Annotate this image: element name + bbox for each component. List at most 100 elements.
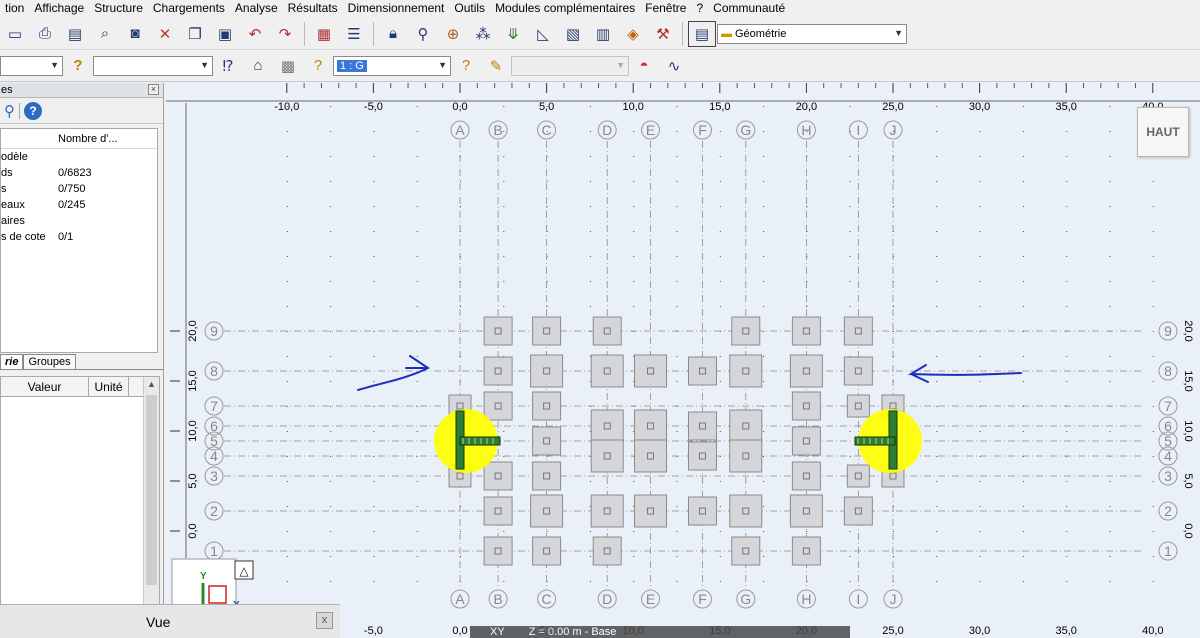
menu-item-edition[interactable]: tion xyxy=(0,1,29,16)
copy-icon[interactable]: ❐ xyxy=(181,21,209,47)
target-icon[interactable]: ⊕ xyxy=(439,21,467,47)
snap-dot xyxy=(589,306,591,307)
menu-item-help[interactable]: ? xyxy=(691,1,708,16)
case-edit-icon[interactable]: ✎ xyxy=(482,53,510,79)
calculator-icon[interactable]: ▦ xyxy=(310,21,338,47)
tree-row[interactable]: ds 0/6823 xyxy=(1,165,157,181)
table-icon[interactable]: ☰ xyxy=(340,21,368,47)
tree-row[interactable]: odèle xyxy=(1,149,157,165)
plan-view[interactable]: -10,0-5,00,05,010,015,020,025,030,035,04… xyxy=(166,83,1200,638)
column-header-unit[interactable]: Unité xyxy=(89,377,129,396)
grid-bubble-column-label: G xyxy=(740,122,751,138)
snap-dot xyxy=(849,281,851,282)
selection-combo[interactable]: ▼ xyxy=(0,55,63,76)
tab-groupes[interactable]: Groupes xyxy=(23,354,76,369)
delete-icon[interactable]: ✕ xyxy=(151,21,179,47)
deformation-icon[interactable]: ∿ xyxy=(660,53,688,79)
properties-grid: Valeur Unité ▲ xyxy=(0,376,160,607)
footing xyxy=(791,391,821,421)
drawing-canvas[interactable]: -10,0-5,00,05,010,015,020,025,030,035,04… xyxy=(166,83,1200,638)
snap-dot xyxy=(1109,506,1111,507)
display-icon[interactable]: ⌂ xyxy=(244,53,272,79)
redo-icon[interactable]: ↷ xyxy=(271,21,299,47)
tree-row-value: 0/245 xyxy=(58,199,86,211)
tab-geometrie[interactable]: rie xyxy=(0,354,24,369)
dimension-icon[interactable]: ◺ xyxy=(529,21,557,47)
grid-bubble-column-label: I xyxy=(856,591,860,607)
case-add-icon[interactable]: ? xyxy=(452,53,480,79)
x-tick-label: 5,0 xyxy=(539,101,554,113)
tree-row[interactable]: s 0/750 xyxy=(1,181,157,197)
snap-dot xyxy=(849,306,851,307)
help-icon[interactable]: ? xyxy=(24,101,42,120)
snap-dot xyxy=(763,531,765,532)
menu-item-fenetre[interactable]: Fenêtre xyxy=(640,1,691,16)
menu-item-communaute[interactable]: Communauté xyxy=(708,1,790,16)
lock-icon[interactable]: 🔒︎ xyxy=(379,21,407,47)
pick-help-icon[interactable]: ⁉ xyxy=(214,53,242,79)
scrollbar-thumb[interactable] xyxy=(146,395,157,585)
tree-row[interactable]: aires xyxy=(1,213,157,229)
paste-icon[interactable]: ▣ xyxy=(211,21,239,47)
snap-dot xyxy=(1022,256,1024,257)
menu-item-chargements[interactable]: Chargements xyxy=(148,1,230,16)
menu-item-resultats[interactable]: Résultats xyxy=(283,1,343,16)
tools-icon[interactable]: ⚒ xyxy=(649,21,677,47)
menu-item-dimensionnement[interactable]: Dimensionnement xyxy=(343,1,450,16)
screenshot-icon[interactable]: ◙ xyxy=(121,21,149,47)
snap-dot xyxy=(460,181,461,182)
menu-item-structure[interactable]: Structure xyxy=(89,1,148,16)
grid-bubble-row-label: 3 xyxy=(210,468,218,484)
chevron-up-icon[interactable]: ▲ xyxy=(147,379,156,389)
column-header-value[interactable]: Valeur xyxy=(1,377,89,396)
print-icon[interactable]: ⎙ xyxy=(31,21,59,47)
library-icon[interactable]: ▤ xyxy=(61,21,89,47)
combination-select[interactable]: ▼ xyxy=(511,55,629,76)
load-icon[interactable]: ⤋ xyxy=(499,21,527,47)
undo-icon[interactable]: ↶ xyxy=(241,21,269,47)
menu-item-affichage[interactable]: Affichage xyxy=(29,1,89,16)
snap-dot xyxy=(979,256,981,257)
snap-dot xyxy=(936,481,938,482)
filter-icon[interactable]: ▩ xyxy=(274,53,302,79)
footing xyxy=(731,316,761,346)
snap-dot xyxy=(893,181,894,182)
search-icon[interactable]: ⚲ xyxy=(4,102,15,120)
section-icon[interactable]: ▥ xyxy=(589,21,617,47)
view-cube[interactable]: HAUT xyxy=(1137,107,1189,157)
tree-row[interactable]: eaux 0/245 xyxy=(1,197,157,213)
close-icon[interactable]: × xyxy=(148,84,159,95)
snap-dot xyxy=(633,231,635,232)
object-inspector-panel: es × ⚲ ? Nombre d'... odèle ds 0/6823 s 0/… xyxy=(0,83,164,638)
snap-dot xyxy=(286,381,288,382)
layout-icon[interactable]: ▤ xyxy=(688,20,716,47)
cube-icon[interactable]: ◈ xyxy=(619,21,647,47)
snap-dot xyxy=(546,306,548,307)
properties-scrollbar[interactable]: ▲ xyxy=(143,377,159,607)
layout-select[interactable]: ▬ Géométrie ▼ xyxy=(717,23,907,44)
results-icon[interactable]: ◓ xyxy=(630,53,658,79)
menu-item-outils[interactable]: Outils xyxy=(449,1,490,16)
new-file-icon[interactable]: ▭ xyxy=(1,21,29,47)
bars-icon[interactable]: ▧ xyxy=(559,21,587,47)
filter-combo[interactable]: ▼ xyxy=(93,55,213,76)
case-help-icon[interactable]: ? xyxy=(304,53,332,79)
tree-row[interactable]: s de cote 0/1 xyxy=(1,229,157,245)
menu-item-modules[interactable]: Modules complémentaires xyxy=(490,1,640,16)
snap-dot xyxy=(979,156,981,157)
snap-dot xyxy=(763,356,765,357)
load-case-select[interactable]: 1 : G ▼ xyxy=(333,55,451,76)
snap-dot xyxy=(416,281,418,282)
nodes-icon[interactable]: ⁂ xyxy=(469,21,497,47)
panel-header: es × xyxy=(0,83,163,98)
snap-dot xyxy=(1022,106,1024,107)
properties-header: Valeur Unité xyxy=(1,377,159,397)
snap-dot xyxy=(936,556,938,557)
preview-icon[interactable]: ⌕ xyxy=(91,21,119,47)
snap-dot xyxy=(286,256,288,257)
close-icon[interactable]: x xyxy=(316,612,333,629)
snap-dot xyxy=(676,206,678,207)
menu-item-analyse[interactable]: Analyse xyxy=(230,1,283,16)
zoom-icon[interactable]: ⚲ xyxy=(409,21,437,47)
selection-help-icon[interactable]: ? xyxy=(64,53,92,79)
